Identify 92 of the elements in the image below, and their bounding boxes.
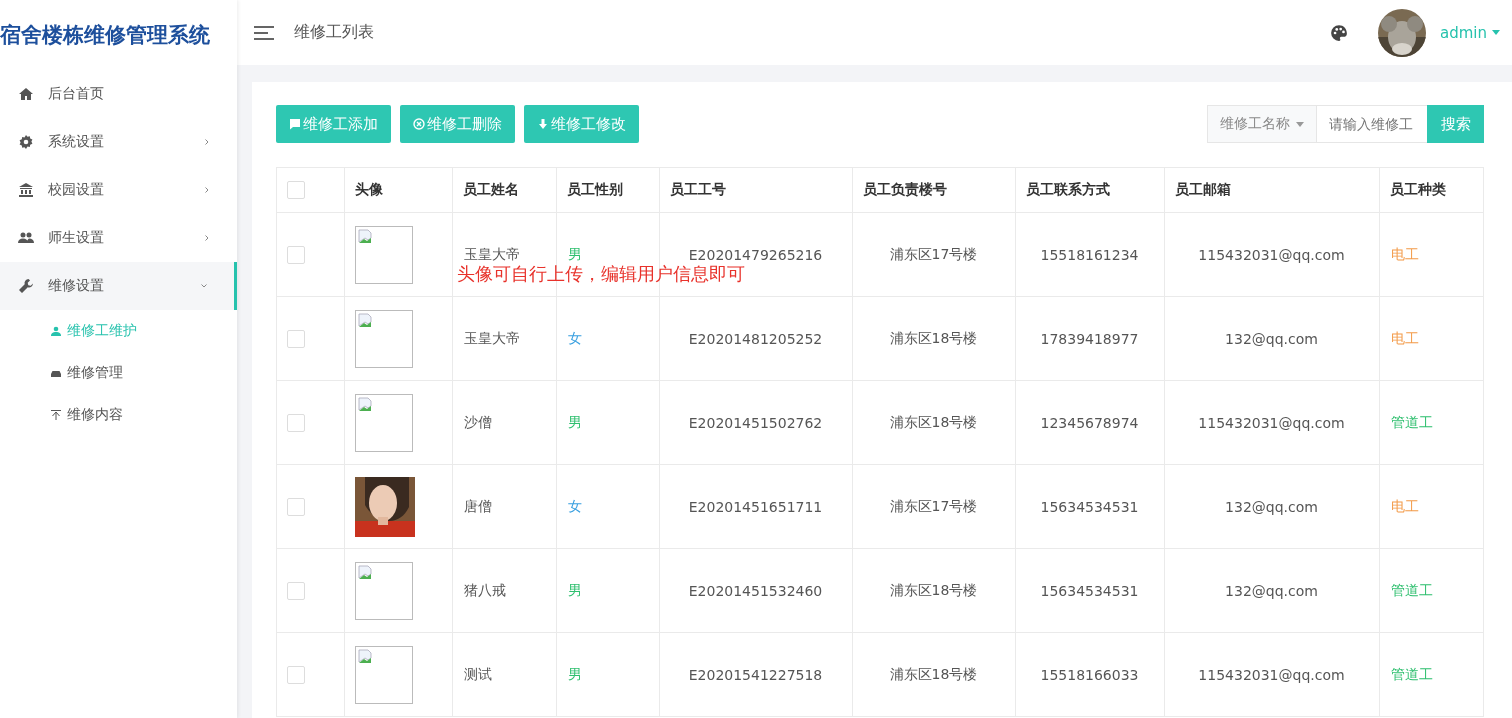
table-cell: 115432031@qq.com [1198,666,1345,683]
table-cell: 猪八戒 [464,581,506,598]
caret-icon [1296,121,1304,127]
sidebar-item[interactable]: 师生设置 [0,214,237,262]
gender-text: 男 [568,581,582,598]
gender-text: 男 [568,245,582,262]
gender-text: 女 [568,329,582,346]
sidebar-item[interactable]: 维修设置 [0,262,237,310]
sidebar-subitem[interactable]: 维修内容 [0,394,237,436]
sidebar-item[interactable]: 系统设置 [0,118,237,166]
table-cell: 浦东区17号楼 [889,497,978,514]
row-checkbox[interactable] [287,665,305,684]
person-icon [50,325,62,337]
worker-type: 管道工 [1391,665,1433,682]
chevron-right-icon [203,138,211,146]
caret-icon [1492,30,1500,35]
broken-image-icon [358,312,374,329]
table-cell: 132@qq.com [1225,498,1318,515]
column-header: 员工联系方式 [1026,181,1110,197]
bank-icon [18,182,34,198]
table-cell: 132@qq.com [1225,582,1318,599]
table-cell: E20201451651711 [688,498,823,515]
column-header: 头像 [355,181,383,197]
arrow-up-icon [50,409,62,421]
broken-image-icon [358,396,374,413]
broken-image-icon [358,228,374,245]
table-cell: 沙僧 [464,413,492,430]
column-header: 员工工号 [670,181,726,197]
column-header: 员工邮箱 [1175,181,1231,197]
table-cell: 浦东区18号楼 [889,329,978,346]
broken-image-icon [358,648,374,665]
table-cell: 17839418977 [1040,330,1139,347]
chevron-right-icon [203,234,211,242]
page-title: 维修工列表 [294,22,374,43]
table-cell: E20201451502762 [688,414,823,431]
table-cell: 浦东区18号楼 [889,413,978,430]
row-checkbox[interactable] [287,245,305,264]
table-cell: 115432031@qq.com [1198,414,1345,431]
gender-text: 男 [568,665,582,682]
worker-type: 管道工 [1391,413,1433,430]
table-cell: 测试 [464,665,492,682]
worker-type: 电工 [1391,329,1419,346]
table-cell: E20201451532460 [688,582,823,599]
broken-image-icon [358,564,374,581]
field-select[interactable]: 维修工名称 [1207,105,1317,143]
row-checkbox[interactable] [287,581,305,600]
worker-type: 管道工 [1391,581,1433,598]
wrench-icon [18,278,34,294]
table-cell: 15518161234 [1040,246,1139,263]
table-cell: 15518166033 [1040,666,1139,683]
table-cell: E20201481205252 [688,330,823,347]
table-cell: 玉皇大帝 [464,245,520,262]
menu-icon[interactable] [254,25,274,40]
table-cell: 132@qq.com [1225,330,1318,347]
table-cell: 浦东区17号楼 [889,245,978,262]
column-header: 员工姓名 [463,181,519,197]
select-all-checkbox[interactable] [287,181,305,199]
sidebar-item[interactable]: 校园设置 [0,166,237,214]
table-cell: 玉皇大帝 [464,329,520,346]
table-cell: 12345678974 [1040,414,1139,431]
table-cell: E20201541227518 [688,666,823,683]
comment-icon [289,118,301,130]
close-circle-icon [413,118,425,130]
row-checkbox[interactable] [287,413,305,432]
annotation-text: 头像可自行上传，编辑用户信息即可 [457,262,745,286]
table-cell: 唐僧 [464,497,492,514]
table-cell: 浦东区18号楼 [889,581,978,598]
sidebar-subitem[interactable]: 维修管理 [0,352,237,394]
column-header: 员工负责楼号 [863,181,947,197]
palette-icon[interactable] [1330,23,1348,42]
people-icon [18,230,34,246]
chevron-down-icon [200,282,208,290]
table-cell: E20201479265216 [688,246,823,263]
row-checkbox[interactable] [287,497,305,516]
table-cell: 15634534531 [1040,582,1139,599]
app-title: 宿舍楼栋维修管理系统 [0,22,211,49]
home-icon [18,86,34,102]
settings-icon [18,134,34,150]
table-cell: 浦东区18号楼 [889,665,978,682]
column-header: 员工种类 [1390,181,1446,197]
worker-type: 电工 [1391,245,1419,262]
gender-text: 女 [568,497,582,514]
arrow-down-icon [537,118,549,130]
table-cell: 15634534531 [1040,498,1139,515]
search-field[interactable]: 请输入维修工 [1317,105,1427,143]
gender-text: 男 [568,413,582,430]
sidebar-item[interactable]: 后台首页 [0,70,237,118]
chevron-right-icon [203,186,211,194]
worker-type: 电工 [1391,497,1419,514]
table-cell: 115432031@qq.com [1198,246,1345,263]
row-checkbox[interactable] [287,329,305,348]
column-header: 员工性别 [567,181,623,197]
